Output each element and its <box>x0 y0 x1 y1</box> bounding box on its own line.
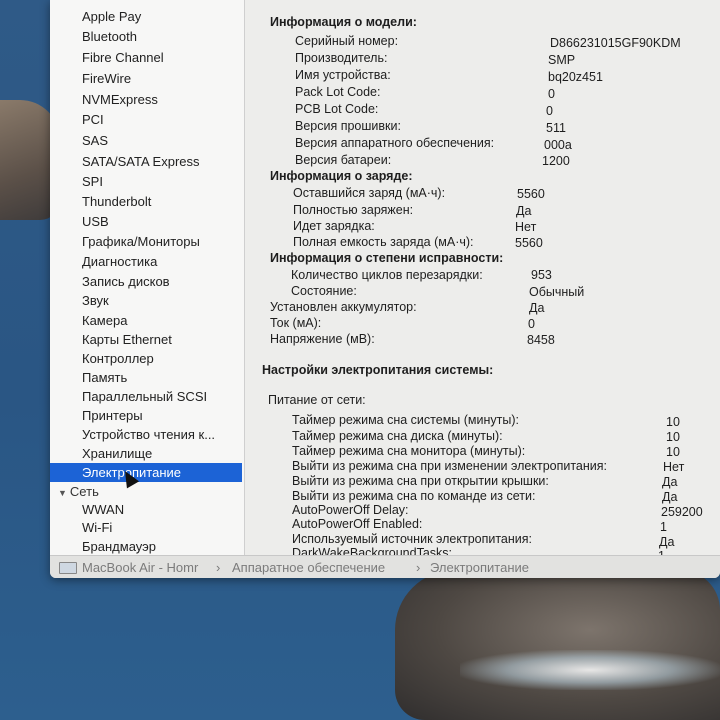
field-value: 259200 <box>661 505 703 519</box>
field-value: bq20z451 <box>548 70 603 84</box>
sidebar-item-firewall[interactable]: Брандмауэр <box>82 539 156 555</box>
field-value: Обычный <box>529 285 585 299</box>
sidebar-item-ethernet[interactable]: Карты Ethernet <box>82 332 172 348</box>
field-value: 1200 <box>542 154 570 168</box>
field-label: Ток (мА): <box>270 316 322 330</box>
sidebar[interactable]: Apple Pay Bluetooth Fibre Channel FireWi… <box>50 0 245 555</box>
sidebar-item-spi[interactable]: SPI <box>82 174 103 190</box>
field-value: 5560 <box>517 187 545 201</box>
path-separator-icon: › <box>416 560 421 575</box>
field-value: D866231015GF90KDM <box>550 36 681 50</box>
sidebar-item-sata[interactable]: SATA/SATA Express <box>82 154 200 170</box>
field-label: Таймер режима сна монитора (минуты): <box>292 444 526 458</box>
wallpaper-surf <box>460 650 720 690</box>
field-label: Выйти из режима сна по команде из сети: <box>292 489 536 503</box>
field-label: Идет зарядка: <box>293 219 375 233</box>
field-value: Да <box>529 301 545 315</box>
field-value: 10 <box>666 415 680 429</box>
field-label: Серийный номер: <box>295 34 399 48</box>
sidebar-item-nvmexpress[interactable]: NVMExpress <box>82 92 158 108</box>
field-label: Напряжение (мВ): <box>270 332 375 346</box>
field-label: Количество циклов перезарядки: <box>291 268 483 282</box>
field-label: Производитель: <box>295 51 388 65</box>
field-value: Да <box>662 475 678 489</box>
sidebar-item-controller[interactable]: Контроллер <box>82 351 154 367</box>
field-value: SMP <box>548 53 576 67</box>
section-header-charge-info: Информация о заряде: <box>270 169 413 183</box>
field-label: Pack Lot Code: <box>295 85 381 99</box>
field-label: Выйти из режима сна при открытии крышки: <box>292 474 549 488</box>
sidebar-item-fibre-channel[interactable]: Fibre Channel <box>82 50 164 66</box>
detail-pane: Информация о модели: Серийный номер: D86… <box>245 0 720 555</box>
field-label: Версия прошивки: <box>295 119 401 133</box>
field-value: 8458 <box>527 333 555 347</box>
field-label: Версия аппаратного обеспечения: <box>295 136 495 150</box>
sidebar-item-card-reader[interactable]: Устройство чтения к... <box>82 427 215 443</box>
sidebar-item-wifi[interactable]: Wi-Fi <box>82 520 112 536</box>
field-label: Выйти из режима сна при изменении электр… <box>292 459 608 473</box>
sidebar-item-usb[interactable]: USB <box>82 214 109 230</box>
field-label: Таймер режима сна системы (минуты): <box>292 413 519 427</box>
path-segment-power[interactable]: Электропитание <box>430 556 529 578</box>
sidebar-section-network[interactable]: ▼ Сеть <box>58 484 99 501</box>
sidebar-item-bluetooth[interactable]: Bluetooth <box>82 29 137 45</box>
field-value: Нет <box>663 460 685 474</box>
field-value: Да <box>662 490 678 504</box>
field-label: Используемый источник электропитания: <box>292 532 533 546</box>
sidebar-item-printers[interactable]: Принтеры <box>82 408 143 424</box>
field-value: 511 <box>546 121 566 135</box>
sidebar-section-label: Сеть <box>69 484 99 499</box>
field-value: 10 <box>666 445 680 459</box>
field-value: Да <box>516 204 532 218</box>
field-value: Нет <box>515 220 537 234</box>
sidebar-item-memory[interactable]: Память <box>82 370 127 386</box>
field-label: Полная емкость заряда (мА·ч): <box>293 235 474 249</box>
wallpaper-island <box>395 570 720 720</box>
sidebar-item-graphics[interactable]: Графика/Мониторы <box>82 234 200 250</box>
field-value: 953 <box>531 268 552 282</box>
section-header-power-settings: Настройки электропитания системы: <box>262 363 494 377</box>
field-value: Да <box>659 535 675 549</box>
sidebar-item-storage[interactable]: Хранилище <box>82 446 152 462</box>
sidebar-item-sas[interactable]: SAS <box>82 133 108 149</box>
sidebar-item-pci[interactable]: PCI <box>82 112 104 128</box>
sidebar-item-audio[interactable]: Звук <box>82 293 109 309</box>
sidebar-item-wwan[interactable]: WWAN <box>82 502 124 518</box>
system-information-window: Apple Pay Bluetooth Fibre Channel FireWi… <box>50 0 720 578</box>
field-label: Имя устройства: <box>295 68 391 82</box>
sidebar-item-parallel-scsi[interactable]: Параллельный SCSI <box>82 389 207 405</box>
field-label: DarkWakeBackgroundTasks: <box>292 546 453 555</box>
path-separator-icon: › <box>216 560 221 575</box>
subsection-header-ac-power: Питание от сети: <box>268 393 366 407</box>
field-label: Версия батареи: <box>295 153 392 167</box>
disclosure-triangle-icon[interactable]: ▼ <box>58 488 67 498</box>
field-value: 0 <box>528 317 535 331</box>
sidebar-item-diagnostics[interactable]: Диагностика <box>82 254 157 270</box>
sidebar-item-thunderbolt[interactable]: Thunderbolt <box>82 194 151 210</box>
field-value: 5560 <box>515 236 543 250</box>
sidebar-item-disc-burning[interactable]: Запись дисков <box>82 274 170 290</box>
field-label: Установлен аккумулятор: <box>270 300 417 314</box>
field-label: AutoPowerOff Delay: <box>292 503 409 517</box>
field-label: AutoPowerOff Enabled: <box>292 517 423 531</box>
field-value: 10 <box>666 430 680 444</box>
field-label: PCB Lot Code: <box>295 102 379 116</box>
field-label: Состояние: <box>291 284 357 298</box>
field-value: 0 <box>546 104 553 118</box>
path-bar: MacBook Air - Homr › Аппаратное обеспече… <box>50 555 720 578</box>
laptop-icon <box>59 562 77 574</box>
sidebar-item-camera[interactable]: Камера <box>82 313 127 329</box>
field-label: Полностью заряжен: <box>293 203 414 217</box>
sidebar-item-apple-pay[interactable]: Apple Pay <box>82 9 141 25</box>
path-segment-hardware[interactable]: Аппаратное обеспечение <box>232 556 385 578</box>
section-header-model-info: Информация о модели: <box>270 15 417 29</box>
path-segment-computer[interactable]: MacBook Air - Homr <box>82 556 198 578</box>
sidebar-item-firewire[interactable]: FireWire <box>82 71 131 87</box>
field-value: 000a <box>544 138 572 152</box>
section-header-health-info: Информация о степени исправности: <box>270 251 504 265</box>
field-label: Оставшийся заряд (мА·ч): <box>293 186 446 200</box>
field-value: 1 <box>660 520 667 534</box>
field-label: Таймер режима сна диска (минуты): <box>292 429 503 443</box>
field-value: 0 <box>548 87 555 101</box>
